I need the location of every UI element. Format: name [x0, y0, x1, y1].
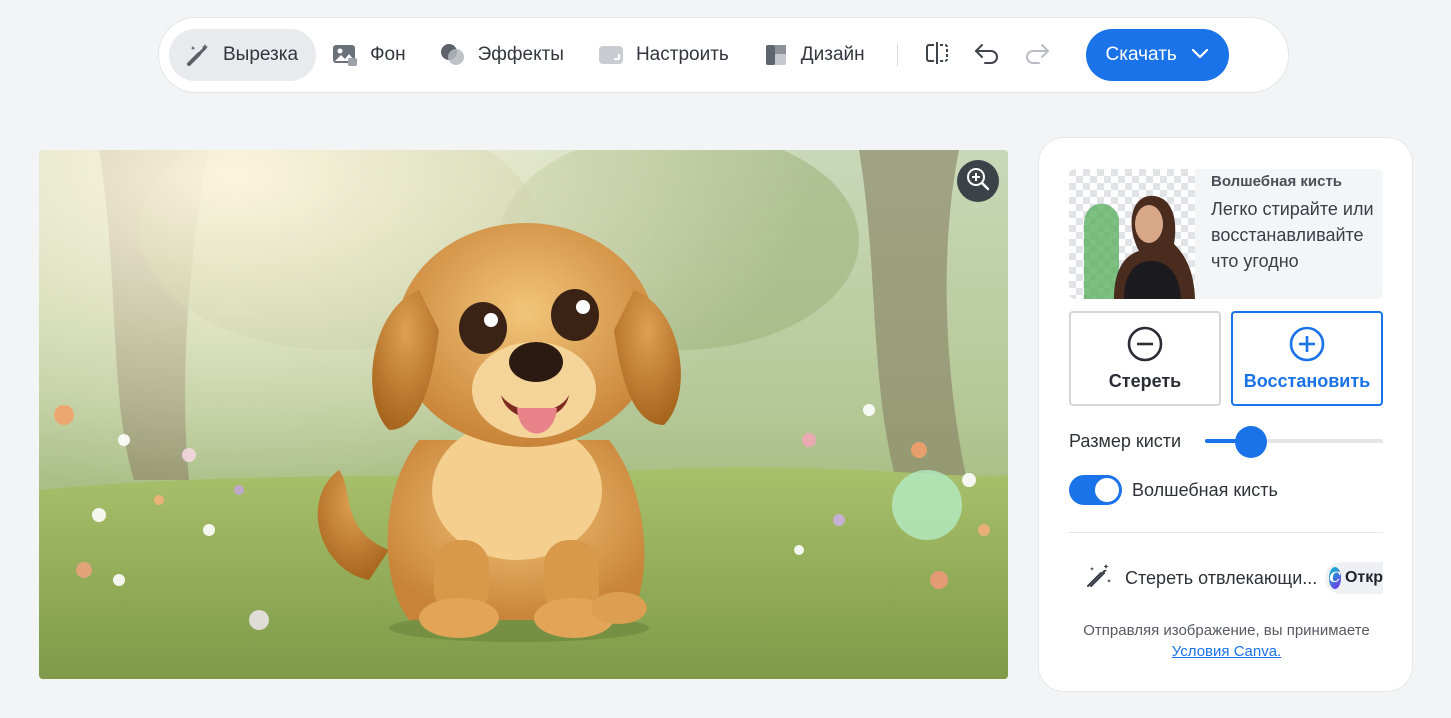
restore-label: Восстановить: [1243, 371, 1371, 391]
magic-brush-toggle[interactable]: [1069, 475, 1122, 505]
tab-adjust[interactable]: Настроить: [582, 29, 747, 81]
plus-circle-icon: [1288, 325, 1326, 363]
erase-distractions-label: Стереть отвлекающи...: [1125, 567, 1318, 588]
magic-brush-toggle-row: Волшебная кисть: [1069, 475, 1278, 505]
tab-effects[interactable]: Эффекты: [424, 29, 582, 81]
tab-label: Фон: [370, 44, 406, 65]
download-label: Скачать: [1105, 44, 1177, 65]
design-icon: [761, 40, 791, 70]
redo-icon: [1023, 41, 1051, 70]
toggle-knob: [1095, 478, 1119, 502]
undo-button[interactable]: [962, 30, 1012, 80]
panel-divider: [1069, 532, 1383, 533]
puppy-photo: [39, 150, 1008, 679]
undo-icon: [973, 41, 1001, 70]
image-canvas[interactable]: [39, 150, 1008, 679]
brush-size-slider[interactable]: [1205, 426, 1383, 458]
magic-eraser-icon: [1083, 562, 1113, 594]
erase-button[interactable]: Стереть: [1069, 311, 1221, 406]
editor-toolbar: Вырезка Фон Эффекты Настроить Дизайн Ска…: [158, 17, 1289, 93]
terms-text: Отправляя изображение, вы принимаете: [1083, 622, 1370, 639]
brush-size-label: Размер кисти: [1069, 430, 1182, 451]
tab-label: Вырезка: [223, 44, 299, 65]
tab-design[interactable]: Дизайн: [747, 29, 883, 81]
restore-button[interactable]: Восстановить: [1231, 311, 1383, 406]
adjust-icon: [596, 40, 626, 70]
zoom-in-icon: [965, 166, 991, 197]
slider-knob[interactable]: [1235, 426, 1268, 458]
brush-cursor-preview: [892, 470, 962, 540]
zoom-button[interactable]: [957, 160, 999, 202]
image-icon: [330, 40, 360, 70]
terms-link[interactable]: Условия Canva.: [1172, 643, 1281, 660]
tab-label: Дизайн: [800, 44, 865, 65]
promo-thumbnail: [1069, 169, 1195, 299]
erase-distractions-row[interactable]: Стереть отвлекающи... C Откр: [1083, 562, 1383, 594]
promo-description: Легко стирайте или восстанавливайте что …: [1211, 199, 1374, 271]
magic-brush-promo: Волшебная кисть Легко стирайте или восст…: [1069, 169, 1383, 299]
chevron-down-icon: [1191, 44, 1209, 66]
compare-icon: [924, 40, 950, 71]
brush-size-row: Размер кисти: [1069, 426, 1383, 458]
brush-sparkle-icon: [183, 40, 213, 70]
tab-cutout[interactable]: Вырезка: [169, 29, 317, 81]
redo-button[interactable]: [1012, 30, 1062, 80]
magic-brush-panel: Волшебная кисть Легко стирайте или восст…: [1038, 137, 1413, 692]
magic-brush-toggle-label: Волшебная кисть: [1132, 479, 1278, 500]
effects-icon: [438, 40, 468, 70]
tab-background[interactable]: Фон: [316, 29, 424, 81]
terms-notice: Отправляя изображение, вы принимаете Усл…: [1039, 620, 1414, 662]
canva-logo-icon: C: [1329, 567, 1341, 589]
download-button[interactable]: Скачать: [1085, 29, 1229, 81]
tab-label: Настроить: [635, 44, 729, 65]
pro-badge-label: Откр: [1344, 569, 1383, 586]
promo-title: Волшебная кисть: [1211, 173, 1343, 190]
pro-badge[interactable]: C Откр: [1325, 562, 1383, 594]
minus-circle-icon: [1126, 325, 1164, 363]
toolbar-divider: [896, 44, 898, 66]
erase-label: Стереть: [1108, 371, 1182, 391]
tab-label: Эффекты: [477, 44, 564, 65]
compare-button[interactable]: [912, 30, 962, 80]
